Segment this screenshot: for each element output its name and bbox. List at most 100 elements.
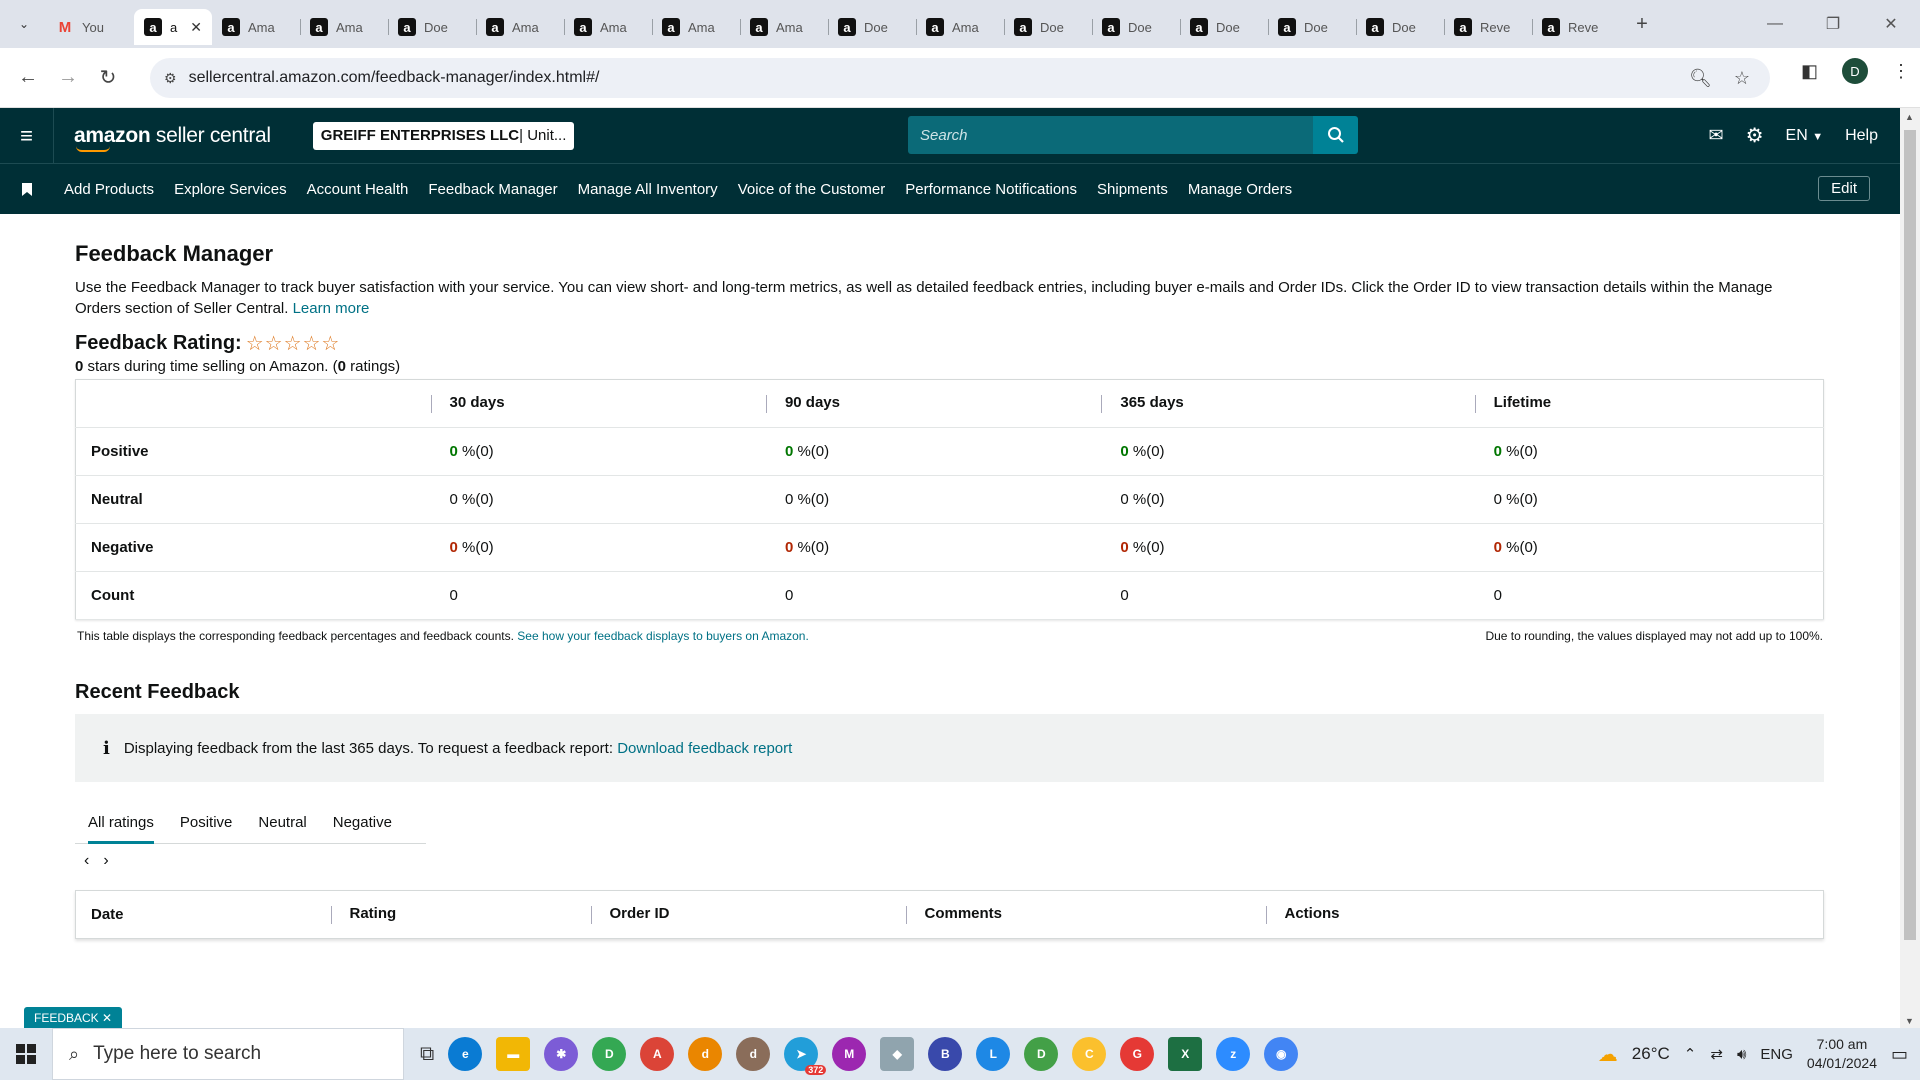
browser-tab[interactable]: a Ama [740,9,828,45]
nav-bookmark-link[interactable]: Explore Services [164,181,297,198]
feedback-widget-button[interactable]: FEEDBACK ✕ [24,1007,123,1029]
close-window-icon[interactable]: ✕ [1862,0,1920,48]
weather-icon[interactable]: ☁ [1598,1042,1618,1067]
file-explorer-icon[interactable]: ▬ [496,1037,531,1071]
temperature[interactable]: 26°C [1632,1044,1670,1064]
chrome-icon[interactable]: A [640,1037,675,1071]
bookmark-star-icon[interactable]: ☆ [1734,68,1750,89]
browser-tab[interactable]: a Doe [828,9,916,45]
taskbar-search[interactable]: ⌕ Type here to search [52,1028,404,1080]
help-link[interactable]: Help [1845,127,1878,145]
close-tab-icon[interactable]: ✕ [190,19,202,36]
tab-search-icon[interactable]: ⌄ [10,10,38,38]
browser-tab[interactable]: a Doe [1180,9,1268,45]
feedback-display-link[interactable]: See how your feedback displays to buyers… [517,629,809,643]
nav-bookmark-link[interactable]: Performance Notifications [895,181,1087,198]
chrome-icon[interactable]: M [832,1037,867,1071]
browser-tab[interactable]: a Ama [916,9,1004,45]
browser-tab[interactable]: a a ✕ [134,9,212,45]
speaker-icon[interactable]: 🔊︎ [1737,1046,1746,1063]
next-page-icon[interactable]: › [103,852,108,870]
profile-avatar[interactable]: D [1842,58,1868,84]
rating-filter-tab[interactable]: Neutral [245,802,319,843]
browser-tab[interactable]: a Reve [1532,9,1620,45]
scroll-thumb[interactable] [1904,130,1916,940]
download-report-link[interactable]: Download feedback report [617,740,792,757]
new-tab-icon[interactable]: + [1628,10,1656,38]
site-info-icon[interactable]: ⚙ [164,70,177,87]
reload-icon[interactable]: ↻ [88,58,128,98]
back-icon[interactable]: ← [8,58,48,98]
seller-search-input[interactable]: Search [908,116,1313,154]
input-language[interactable]: ENG [1760,1046,1793,1063]
browser-tab[interactable]: a Ama [300,9,388,45]
edge-icon[interactable]: e [448,1037,483,1071]
zoom-icon[interactable]: z [1216,1037,1251,1071]
clock[interactable]: 7:00 am 04/01/2024 [1807,1035,1877,1073]
nav-bookmark-link[interactable]: Shipments [1087,181,1178,198]
task-view-icon[interactable]: ⧉ [420,1043,434,1066]
network-icon[interactable]: ⇄ [1710,1045,1723,1063]
browser-tab[interactable]: a Ama [564,9,652,45]
browser-tab[interactable]: a Ama [476,9,564,45]
vertical-scrollbar[interactable]: ▲ ▼ [1900,108,1920,1028]
side-panel-icon[interactable]: ◧ [1801,61,1818,82]
rating-filter-tab[interactable]: Negative [320,802,405,843]
chrome-icon[interactable]: B [928,1037,963,1071]
browser-tab[interactable]: a Ama [212,9,300,45]
notifications-icon[interactable]: ▭ [1891,1044,1908,1065]
app-icon[interactable]: ◆ [880,1037,915,1071]
mail-icon[interactable]: ✉ [1708,125,1723,146]
minimize-icon[interactable]: — [1746,0,1804,48]
prev-page-icon[interactable]: ‹ [84,852,89,870]
forward-icon[interactable]: → [48,58,88,98]
omnibox[interactable]: ⚙ sellercentral.amazon.com/feedback-mana… [150,58,1770,98]
column-header[interactable]: Rating [330,891,591,939]
scroll-up-icon[interactable]: ▲ [1905,112,1914,122]
browser-tab[interactable]: a Doe [1092,9,1180,45]
close-icon[interactable]: ✕ [102,1011,112,1025]
account-switcher[interactable]: GREIFF ENTERPRISES LLC | Unit... [312,121,575,150]
nav-bookmark-link[interactable]: Manage All Inventory [568,181,728,198]
browser-tab[interactable]: a Ama [652,9,740,45]
edit-bookmarks-button[interactable]: Edit [1818,176,1870,201]
nav-bookmark-link[interactable]: Manage Orders [1178,181,1302,198]
restore-icon[interactable]: ❐ [1804,0,1862,48]
excel-icon[interactable]: X [1168,1037,1203,1071]
rating-filter-tab[interactable]: All ratings [75,802,167,844]
search-button[interactable] [1313,116,1358,154]
settings-gear-icon[interactable]: ⚙ [1746,123,1764,148]
scroll-down-icon[interactable]: ▼ [1905,1016,1914,1026]
chrome-icon[interactable]: C [1072,1037,1107,1071]
chrome-icon[interactable]: G [1120,1037,1155,1071]
chrome-icon[interactable]: d [688,1037,723,1071]
column-header[interactable]: Comments [905,891,1266,939]
chrome-icon[interactable]: D [592,1037,627,1071]
nav-bookmark-link[interactable]: Voice of the Customer [728,181,896,198]
column-header[interactable]: Date [76,891,331,939]
browser-tab[interactable]: a Doe [1004,9,1092,45]
nav-bookmark-link[interactable]: Add Products [54,181,164,198]
bookmark-icon[interactable] [0,182,54,196]
nav-bookmark-link[interactable]: Feedback Manager [418,181,567,198]
learn-more-link[interactable]: Learn more [293,300,370,317]
seller-central-logo[interactable]: amazon seller central [74,124,271,152]
language-selector[interactable]: EN ▼ [1786,127,1824,145]
chrome-icon[interactable]: ◉ [1264,1037,1299,1071]
chrome-icon[interactable]: D [1024,1037,1059,1071]
app-icon[interactable]: ✱ [544,1037,579,1071]
tray-chevron-icon[interactable]: ⌃ [1684,1045,1697,1063]
zoom-icon[interactable]: 🔍︎ [1689,68,1712,89]
browser-tab[interactable]: a Doe [1268,9,1356,45]
chrome-icon[interactable]: d [736,1037,771,1071]
browser-tab[interactable]: M You [46,9,134,45]
column-header[interactable]: Order ID [590,891,906,939]
nav-bookmark-link[interactable]: Account Health [297,181,419,198]
browser-tab[interactable]: a Doe [388,9,476,45]
hamburger-menu-icon[interactable]: ≡ [0,108,54,163]
rating-filter-tab[interactable]: Positive [167,802,246,843]
windows-start-icon[interactable] [0,1044,52,1064]
column-header[interactable]: Actions [1265,891,1824,939]
browser-tab[interactable]: a Reve [1444,9,1532,45]
url-text[interactable]: sellercentral.amazon.com/feedback-manage… [189,69,600,87]
